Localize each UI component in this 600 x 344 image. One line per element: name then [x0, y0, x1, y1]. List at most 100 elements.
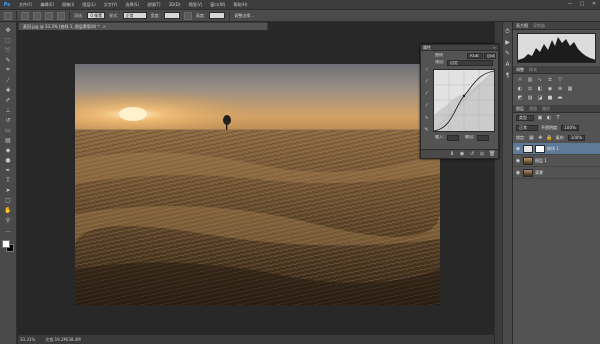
curve-point-icon[interactable]: ∿ — [423, 115, 430, 122]
input-field[interactable] — [447, 135, 459, 141]
minimize-button[interactable]: — — [566, 1, 574, 7]
close-button[interactable]: ✕ — [590, 1, 598, 7]
subtract-selection-icon[interactable] — [45, 11, 53, 20]
document-tab[interactable]: 麦田.jpg @ 33.3% (曲线 1, 图层蒙版/8) * × — [18, 22, 268, 30]
menu-3d[interactable]: 3D(D) — [165, 2, 185, 7]
opacity-input[interactable]: 100% — [561, 125, 579, 131]
menu-image[interactable]: 图像(I) — [58, 2, 78, 8]
move-tool-icon[interactable]: ✥ — [3, 26, 13, 34]
crop-tool-icon[interactable]: ⌗ — [3, 66, 13, 74]
gradient-map-icon[interactable]: ▬ — [557, 95, 563, 101]
history-icon[interactable]: ⏱ — [504, 28, 511, 35]
white-point-eyedropper-icon[interactable]: ⁄ — [423, 103, 430, 110]
target-adjust-icon[interactable]: ☝ — [423, 67, 430, 74]
layer-row[interactable]: ◉ 曲线 1 — [513, 143, 600, 155]
tab-properties[interactable]: 属性 — [423, 45, 431, 51]
more-tools-icon[interactable]: … — [3, 226, 13, 234]
menu-layer[interactable]: 图层(L) — [78, 2, 99, 8]
brightness-icon[interactable]: ☼ — [517, 77, 523, 83]
zoom-level[interactable]: 33.33% — [20, 337, 35, 342]
healing-brush-tool-icon[interactable]: ✚ — [3, 86, 13, 94]
view-previous-icon[interactable]: ◉ — [459, 151, 465, 157]
add-selection-icon[interactable] — [33, 11, 41, 20]
pencil-draw-icon[interactable]: ✎ — [423, 127, 430, 134]
lock-all-icon[interactable]: 🔒 — [546, 135, 552, 141]
vibrance-icon[interactable]: ▽ — [557, 77, 563, 83]
marquee-tool-icon[interactable]: ⬚ — [3, 36, 13, 44]
dodge-tool-icon[interactable]: ● — [3, 156, 13, 164]
gradient-tool-icon[interactable]: ▤ — [3, 136, 13, 144]
tab-adjustments[interactable]: 调整 — [516, 67, 524, 73]
new-selection-icon[interactable] — [21, 11, 29, 20]
visibility-eye-icon[interactable]: ◉ — [515, 170, 521, 176]
filter-adjustment-icon[interactable]: ◐ — [546, 115, 552, 121]
black-point-eyedropper-icon[interactable]: ⁄ — [423, 79, 430, 86]
lasso-tool-icon[interactable]: ➰ — [3, 46, 13, 54]
output-field[interactable] — [477, 135, 489, 141]
brush-tool-icon[interactable]: ✐ — [3, 96, 13, 104]
reset-icon[interactable]: ↺ — [469, 151, 475, 157]
menu-edit[interactable]: 编辑(E) — [36, 2, 58, 8]
document-image[interactable] — [75, 64, 440, 305]
type-tool-icon[interactable]: T — [3, 176, 13, 184]
eraser-tool-icon[interactable]: ▭ — [3, 126, 13, 134]
tab-paths[interactable]: 路径 — [542, 106, 550, 112]
rectangle-tool-icon[interactable]: ▢ — [3, 196, 13, 204]
clone-stamp-tool-icon[interactable]: ⊥ — [3, 106, 13, 114]
zoom-tool-icon[interactable]: ⚲ — [3, 216, 13, 224]
intersect-selection-icon[interactable] — [57, 11, 65, 20]
hue-saturation-icon[interactable]: ◐ — [517, 86, 523, 92]
lock-pixels-icon[interactable]: ▦ — [528, 135, 534, 141]
preset-select[interactable]: 自定 — [447, 60, 493, 66]
menu-select[interactable]: 选择(S) — [121, 2, 143, 8]
marquee-tool-icon[interactable] — [4, 11, 12, 20]
panel-menu-icon[interactable]: ≡ — [493, 45, 496, 50]
black-white-icon[interactable]: ◧ — [537, 86, 543, 92]
channel-select[interactable]: RGB — [467, 53, 483, 59]
lock-position-icon[interactable]: ✥ — [537, 135, 543, 141]
paragraph-icon[interactable]: ¶ — [504, 72, 511, 79]
layer-row[interactable]: ◉ 背景 — [513, 167, 600, 179]
tab-histogram[interactable]: 直方图 — [516, 23, 528, 29]
color-lookup-icon[interactable]: ▦ — [567, 86, 573, 92]
posterize-icon[interactable]: ▨ — [527, 95, 533, 101]
gray-point-eyedropper-icon[interactable]: ⁄ — [423, 91, 430, 98]
close-tab-icon[interactable]: × — [103, 24, 106, 29]
tab-styles[interactable]: 样式 — [529, 67, 537, 73]
layer-row[interactable]: ◉ 图层 1 — [513, 155, 600, 167]
photo-filter-icon[interactable]: ◉ — [547, 86, 553, 92]
filter-type-icon[interactable]: T — [555, 115, 561, 121]
actions-icon[interactable]: ▶ — [504, 39, 511, 46]
brush-presets-icon[interactable]: ✎ — [504, 50, 511, 57]
levels-icon[interactable]: ▥ — [527, 77, 533, 83]
visibility-eye-icon[interactable]: ◉ — [515, 158, 521, 164]
refine-edge-button[interactable]: 调整边缘... — [234, 13, 254, 19]
swap-dimensions-icon[interactable] — [183, 11, 192, 20]
exposure-icon[interactable]: ± — [547, 77, 553, 83]
invert-icon[interactable]: ◩ — [517, 95, 523, 101]
visibility-eye-icon[interactable]: ◉ — [515, 146, 521, 152]
threshold-icon[interactable]: ◪ — [537, 95, 543, 101]
foreground-color-swatch[interactable] — [2, 240, 10, 248]
filter-pixel-icon[interactable]: ▣ — [537, 115, 543, 121]
menu-filter[interactable]: 滤镜(T) — [143, 2, 165, 8]
pen-tool-icon[interactable]: ✒ — [3, 166, 13, 174]
fill-input[interactable]: 100% — [567, 135, 586, 141]
tab-navigator[interactable]: 导航器 — [533, 23, 545, 29]
blur-tool-icon[interactable]: ◆ — [3, 146, 13, 154]
character-icon[interactable]: A — [504, 61, 511, 68]
layer-mask-thumbnail[interactable] — [535, 144, 545, 153]
feather-input[interactable]: 0 像素 — [87, 12, 106, 19]
layer-kind-filter[interactable]: 类型 — [516, 115, 534, 121]
channel-mixer-icon[interactable]: ⊕ — [557, 86, 563, 92]
eyedropper-tool-icon[interactable]: ⁄ — [3, 76, 13, 84]
curves-graph[interactable] — [433, 69, 495, 132]
blend-mode-select[interactable]: 正常 — [516, 125, 538, 131]
delete-icon[interactable]: 🗑 — [489, 151, 495, 157]
quick-select-tool-icon[interactable]: ✎ — [3, 56, 13, 64]
path-selection-tool-icon[interactable]: ➤ — [3, 186, 13, 194]
selective-color-icon[interactable]: ■ — [547, 95, 553, 101]
visibility-icon[interactable]: ◎ — [479, 151, 485, 157]
width-input[interactable] — [163, 12, 180, 19]
menu-help[interactable]: 帮助(H) — [229, 2, 251, 8]
